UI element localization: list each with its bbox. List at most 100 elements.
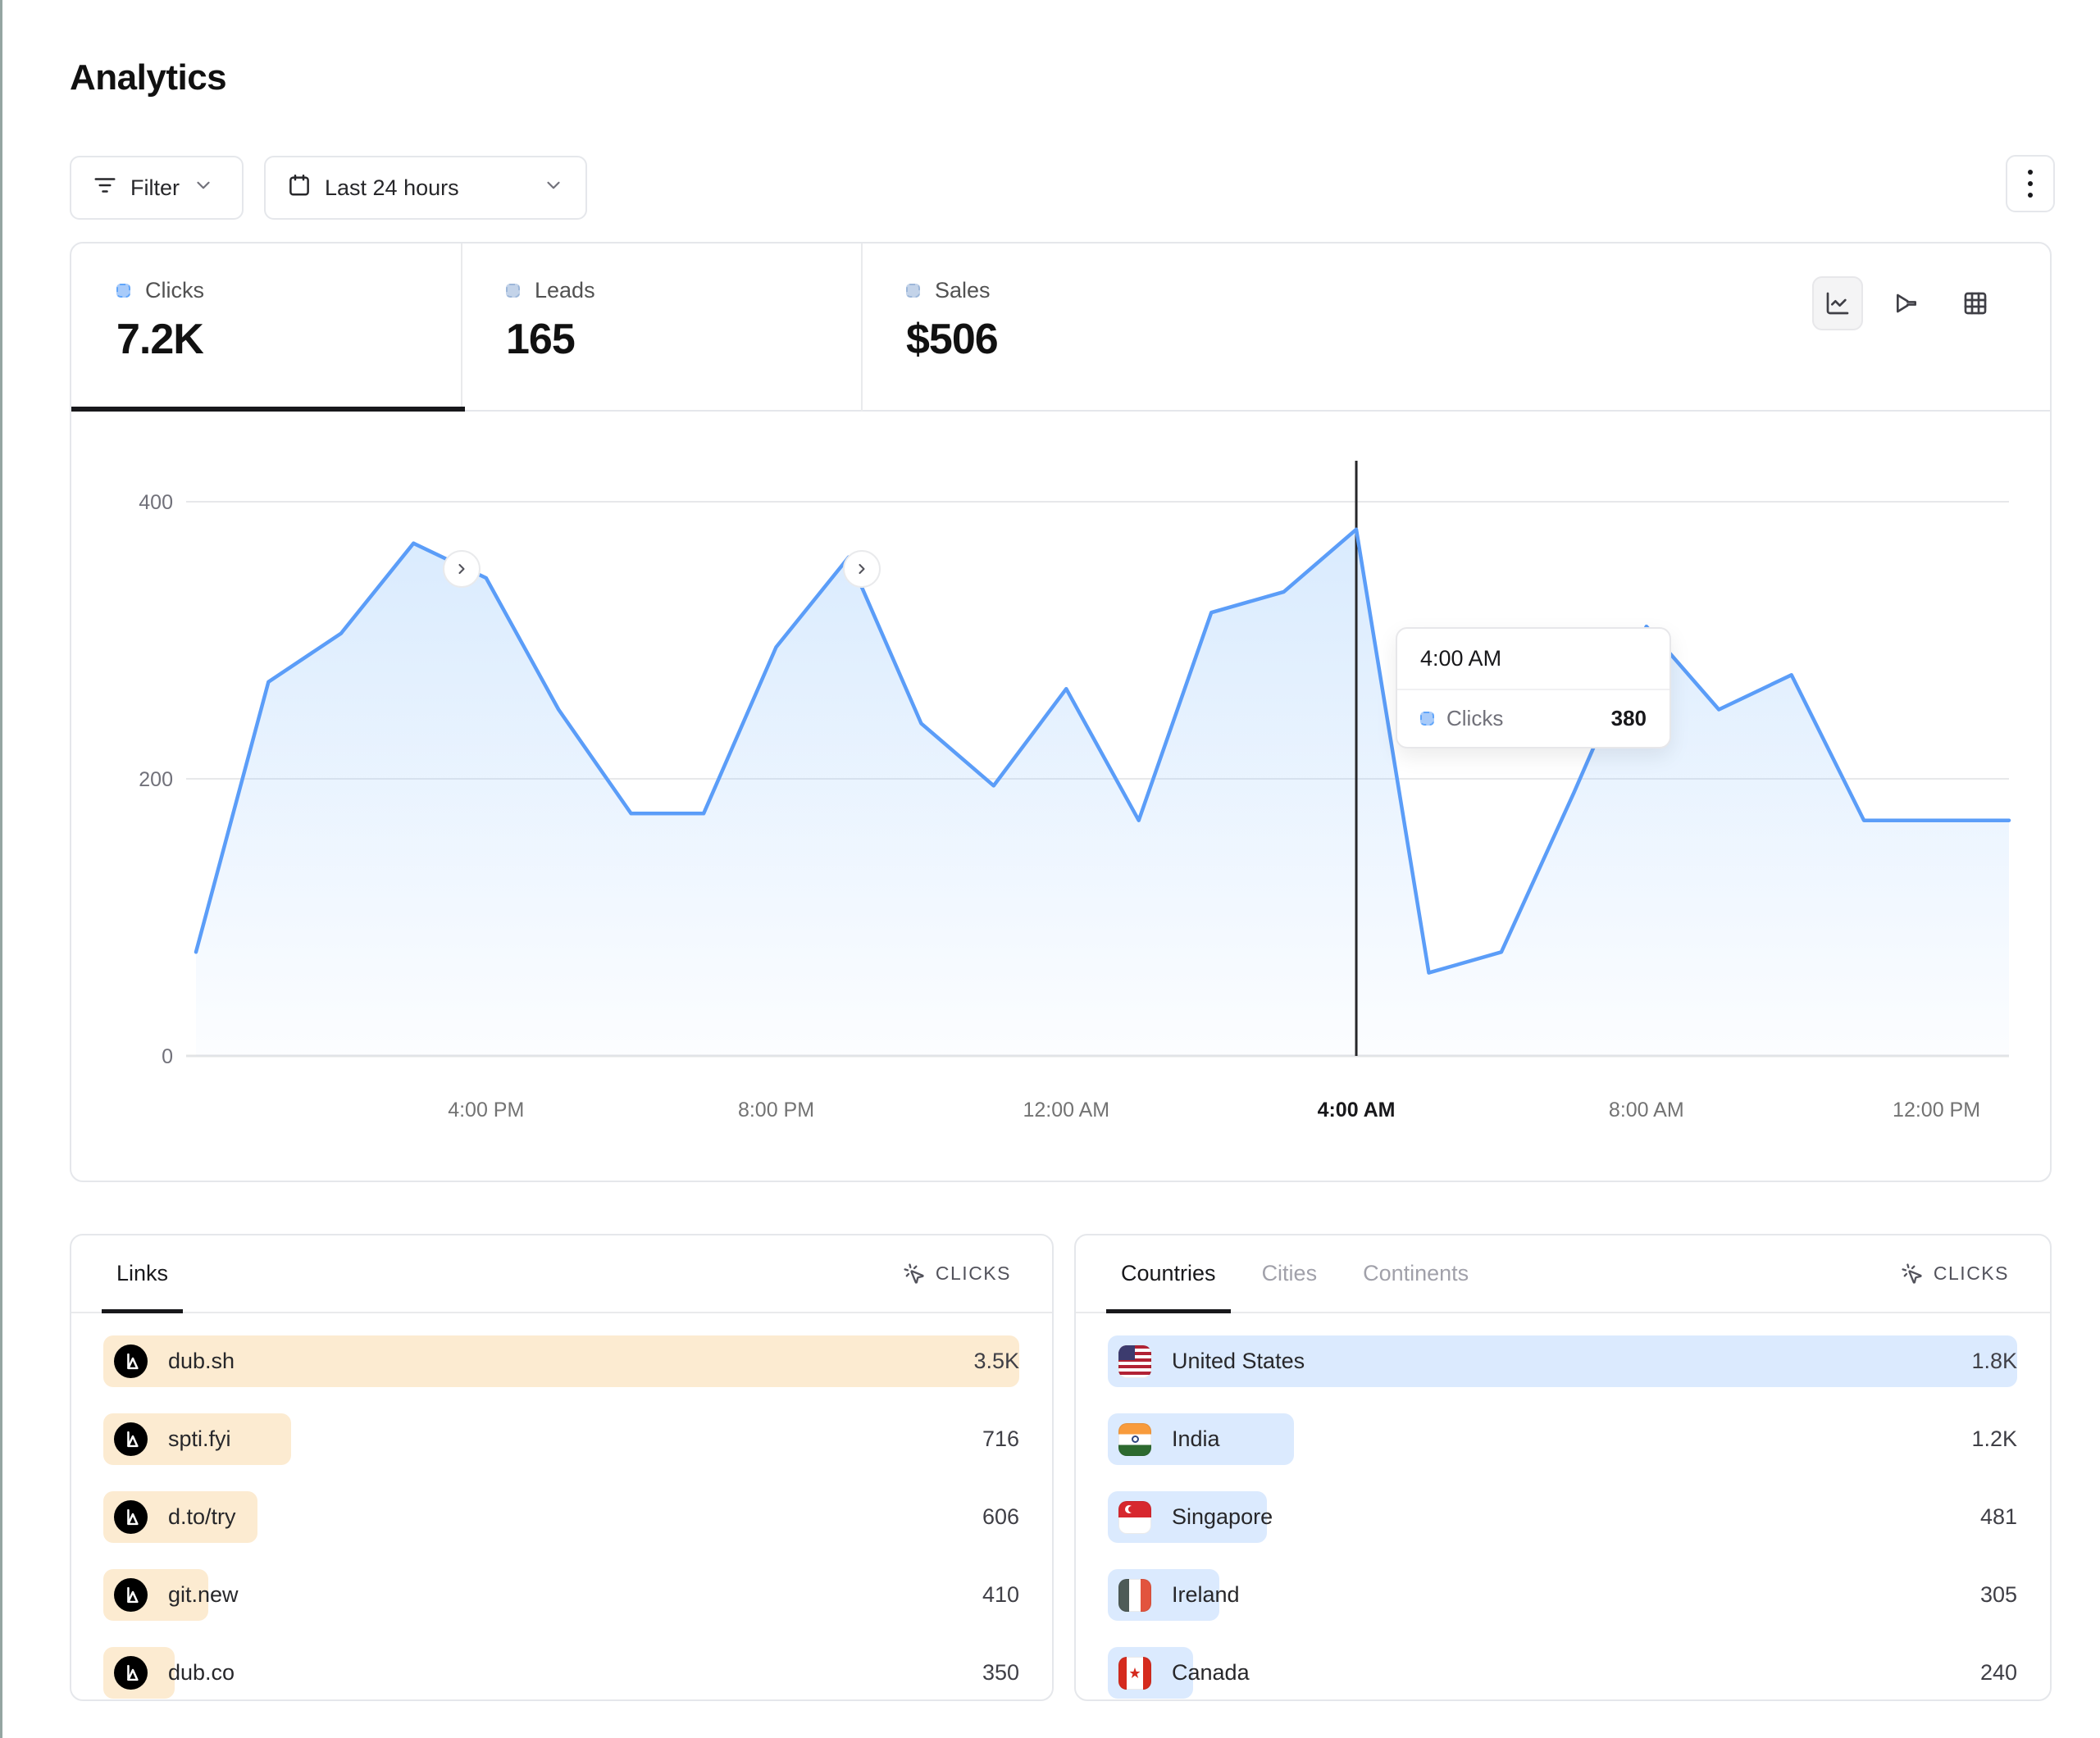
line-chart-icon bbox=[1824, 290, 1851, 316]
flag-ireland-icon bbox=[1118, 1579, 1151, 1612]
stat-tab-sales[interactable]: Sales $506 bbox=[861, 243, 1320, 410]
link-row[interactable]: dub.co 350 bbox=[103, 1647, 1019, 1699]
countries-panel-header: Countries Cities Continents CLICKS bbox=[1076, 1235, 2050, 1313]
country-label: United States bbox=[1172, 1349, 1305, 1374]
svg-text:12:00 PM: 12:00 PM bbox=[1893, 1099, 1980, 1122]
svg-text:4:00 AM: 4:00 AM bbox=[1318, 1099, 1396, 1122]
chevron-right-icon bbox=[453, 561, 470, 577]
calendar-icon bbox=[287, 173, 312, 203]
date-range-label: Last 24 hours bbox=[325, 175, 459, 201]
stat-value: $506 bbox=[906, 315, 1320, 364]
leads-legend-dot bbox=[506, 284, 520, 298]
country-label: Canada bbox=[1172, 1660, 1250, 1686]
link-bar bbox=[103, 1335, 1019, 1387]
stats-row: Clicks 7.2K Leads 165 Sales $506 bbox=[71, 243, 2050, 412]
clicks-timeseries-chart[interactable]: 40020004:00 PM8:00 PM12:00 AM4:00 AM8:00… bbox=[71, 428, 2053, 1149]
country-value: 240 bbox=[1980, 1647, 2017, 1699]
kebab-dot bbox=[2028, 170, 2033, 175]
filter-button-label: Filter bbox=[130, 175, 180, 201]
link-value: 410 bbox=[982, 1569, 1019, 1621]
link-row[interactable]: spti.fyi 716 bbox=[103, 1413, 1019, 1465]
country-value: 305 bbox=[1980, 1569, 2017, 1621]
table-view-button[interactable] bbox=[1950, 276, 2001, 330]
chart-type-switcher bbox=[1812, 276, 2001, 330]
links-panel: Links CLICKS dub.sh 3.5K spti.fyi 716 bbox=[70, 1234, 1054, 1701]
link-value: 716 bbox=[982, 1413, 1019, 1465]
link-label: dub.co bbox=[168, 1660, 235, 1686]
analytics-page: Analytics Filter Last 24 hours Clicks 7.… bbox=[0, 0, 2100, 1738]
dub-logo-icon bbox=[114, 1500, 148, 1534]
link-value: 3.5K bbox=[973, 1335, 1019, 1387]
country-value: 481 bbox=[1980, 1491, 2017, 1543]
cursor-click-icon bbox=[903, 1263, 926, 1285]
country-row[interactable]: Canada 240 bbox=[1108, 1647, 2017, 1699]
links-panel-header: Links CLICKS bbox=[71, 1235, 1052, 1313]
stat-expand-chevron-button[interactable] bbox=[443, 550, 481, 588]
stat-expand-chevron-button[interactable] bbox=[843, 550, 881, 588]
chart-tooltip: 4:00 AM Clicks 380 bbox=[1396, 627, 1671, 748]
filter-icon bbox=[93, 173, 117, 203]
link-row[interactable]: d.to/try 606 bbox=[103, 1491, 1019, 1543]
tab-countries[interactable]: Countries bbox=[1121, 1235, 1216, 1312]
filter-button[interactable]: Filter bbox=[70, 156, 244, 220]
stat-label: Sales bbox=[935, 278, 991, 303]
dub-logo-icon bbox=[114, 1578, 148, 1612]
tab-cities[interactable]: Cities bbox=[1262, 1235, 1318, 1312]
flag-india-icon bbox=[1118, 1423, 1151, 1456]
metric-label: CLICKS bbox=[936, 1263, 1011, 1285]
more-options-button[interactable] bbox=[2006, 155, 2055, 212]
country-label: India bbox=[1172, 1426, 1220, 1452]
stat-value: 165 bbox=[506, 315, 861, 364]
link-label: spti.fyi bbox=[168, 1426, 231, 1452]
date-range-button[interactable]: Last 24 hours bbox=[264, 156, 587, 220]
countries-panel: Countries Cities Continents CLICKS Unite… bbox=[1074, 1234, 2052, 1701]
country-row[interactable]: Ireland 305 bbox=[1108, 1569, 2017, 1621]
cursor-click-icon bbox=[1901, 1263, 1924, 1285]
svg-text:200: 200 bbox=[139, 768, 173, 791]
stat-tab-clicks[interactable]: Clicks 7.2K bbox=[71, 243, 461, 410]
chevron-down-icon bbox=[193, 175, 214, 202]
country-row[interactable]: India 1.2K bbox=[1108, 1413, 2017, 1465]
dub-logo-icon bbox=[114, 1422, 148, 1456]
line-chart-view-button[interactable] bbox=[1812, 276, 1863, 330]
links-metric-header[interactable]: CLICKS bbox=[903, 1263, 1011, 1285]
tab-links[interactable]: Links bbox=[116, 1235, 168, 1312]
funnel-icon bbox=[1893, 290, 1920, 316]
svg-text:4:00 PM: 4:00 PM bbox=[448, 1099, 524, 1122]
grid-icon bbox=[1962, 290, 1988, 316]
stat-label: Leads bbox=[535, 278, 595, 303]
countries-metric-header[interactable]: CLICKS bbox=[1901, 1263, 2009, 1285]
chevron-down-icon bbox=[543, 175, 564, 202]
flag-us-icon bbox=[1118, 1345, 1151, 1378]
link-value: 350 bbox=[982, 1647, 1019, 1699]
country-label: Ireland bbox=[1172, 1582, 1240, 1608]
country-value: 1.2K bbox=[1971, 1413, 2017, 1465]
link-row[interactable]: dub.sh 3.5K bbox=[103, 1335, 1019, 1387]
page-left-accent bbox=[0, 0, 2, 1738]
stat-label: Clicks bbox=[145, 278, 204, 303]
chevron-right-icon bbox=[854, 561, 870, 577]
metric-label: CLICKS bbox=[1934, 1263, 2009, 1285]
link-label: dub.sh bbox=[168, 1349, 235, 1374]
stat-tab-leads[interactable]: Leads 165 bbox=[461, 243, 861, 410]
link-label: d.to/try bbox=[168, 1504, 236, 1530]
page-title: Analytics bbox=[70, 57, 226, 98]
active-tab-underline bbox=[71, 407, 465, 412]
analytics-card: Clicks 7.2K Leads 165 Sales $506 bbox=[70, 242, 2052, 1182]
stat-divider bbox=[861, 243, 863, 412]
svg-text:0: 0 bbox=[162, 1045, 173, 1068]
stat-divider bbox=[461, 243, 462, 412]
stat-value: 7.2K bbox=[116, 315, 461, 364]
tooltip-series-label: Clicks bbox=[1446, 706, 1503, 731]
funnel-view-button[interactable] bbox=[1881, 276, 1932, 330]
country-label: Singapore bbox=[1172, 1504, 1273, 1530]
tooltip-value: 380 bbox=[1611, 706, 1647, 731]
tooltip-time: 4:00 AM bbox=[1397, 629, 1670, 690]
clicks-legend-dot bbox=[116, 284, 130, 298]
svg-text:8:00 AM: 8:00 AM bbox=[1609, 1099, 1684, 1122]
svg-text:8:00 PM: 8:00 PM bbox=[738, 1099, 814, 1122]
country-row[interactable]: Singapore 481 bbox=[1108, 1491, 2017, 1543]
tab-continents[interactable]: Continents bbox=[1363, 1235, 1469, 1312]
country-row[interactable]: United States 1.8K bbox=[1108, 1335, 2017, 1387]
link-row[interactable]: git.new 410 bbox=[103, 1569, 1019, 1621]
